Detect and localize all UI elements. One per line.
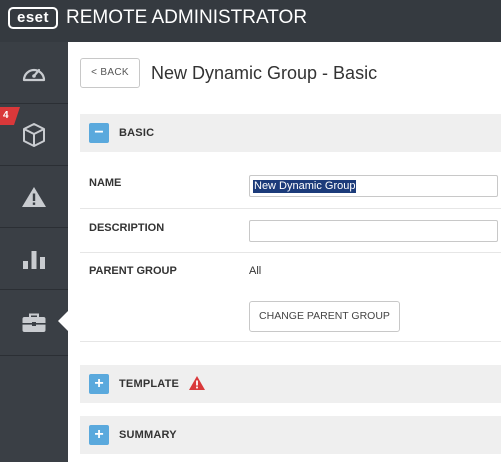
warning-icon [21,185,47,209]
expand-toggle[interactable]: + [89,425,109,445]
back-button[interactable]: < BACK [80,58,140,88]
sidebar-item-dashboard[interactable] [0,42,68,104]
warning-icon [188,375,206,396]
sidebar-item-computers[interactable]: 4 [0,104,68,166]
section-basic-header[interactable]: − BASIC [80,114,501,152]
divider [80,208,501,209]
active-indicator [58,311,68,331]
speedometer-icon [21,62,47,84]
parent-group-value: All [249,265,262,277]
expand-toggle[interactable]: + [89,374,109,394]
sidebar-item-reports[interactable] [0,228,68,290]
main-panel: < BACK New Dynamic Group - Basic − BASIC… [68,42,501,462]
notification-badge: 4 [0,107,20,125]
section-title: TEMPLATE [119,378,180,390]
sidebar-item-threats[interactable] [0,166,68,228]
eset-logo[interactable]: eset [8,7,58,29]
section-title: BASIC [119,127,155,139]
cube-icon [21,122,47,148]
divider [80,341,501,342]
sidebar-item-admin[interactable] [0,290,68,356]
section-summary-header[interactable]: + SUMMARY [80,416,501,454]
sidebar: 4 [0,42,68,462]
description-label: DESCRIPTION [89,222,165,234]
bar-chart-icon [22,248,46,270]
app-title: REMOTE ADMINISTRATOR [66,7,308,28]
parent-group-label: PARENT GROUP [89,265,177,277]
divider [80,252,501,253]
name-field[interactable] [249,175,498,197]
section-title: SUMMARY [119,429,177,441]
name-label: NAME [89,177,122,189]
collapse-toggle[interactable]: − [89,123,109,143]
change-parent-group-button[interactable]: CHANGE PARENT GROUP [249,301,400,332]
section-template-header[interactable]: + TEMPLATE [80,365,501,403]
description-field[interactable] [249,220,498,242]
briefcase-icon [21,312,47,334]
page-title: New Dynamic Group - Basic [151,63,378,83]
top-header: eset REMOTE ADMINISTRATOR [0,0,501,42]
